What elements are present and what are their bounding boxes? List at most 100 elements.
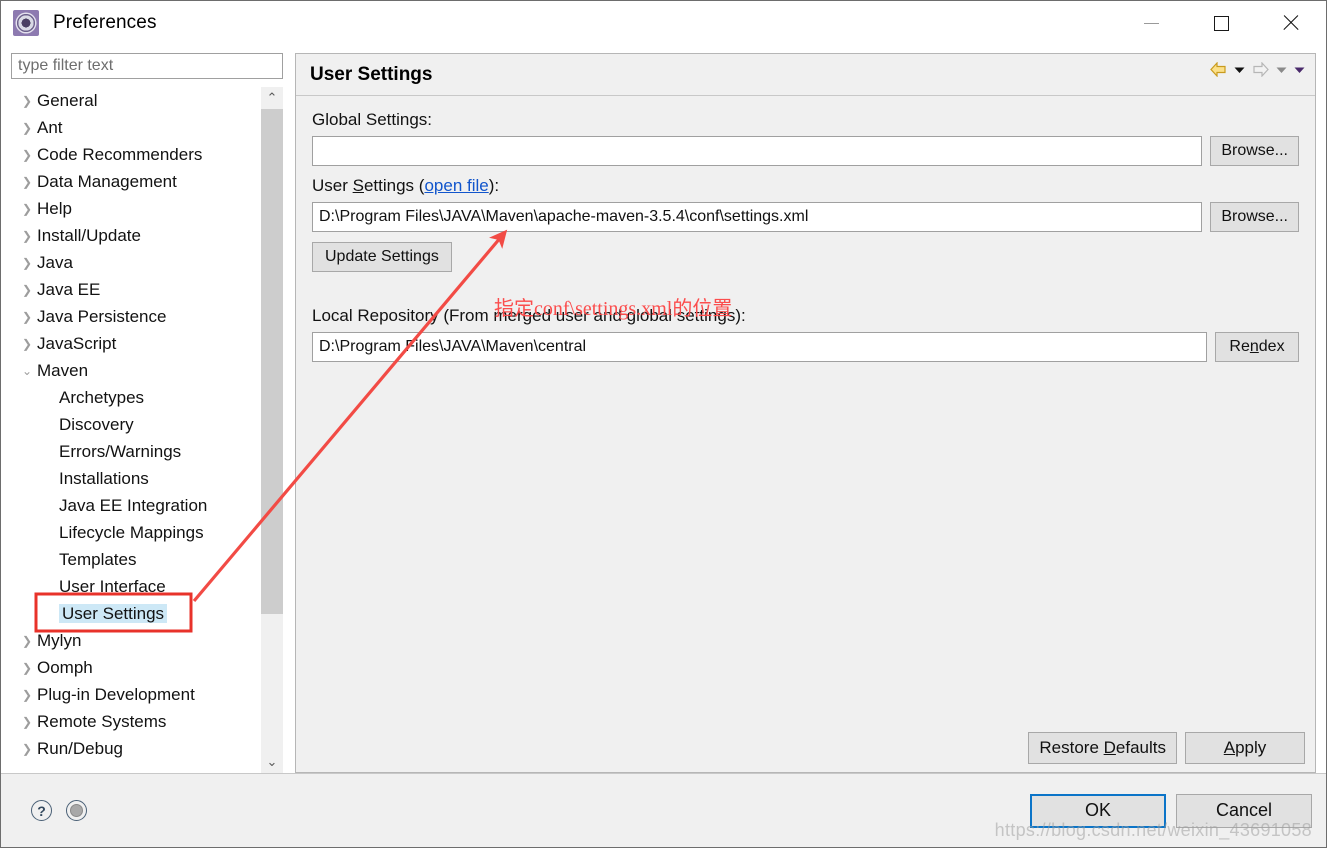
chevron-right-icon[interactable]: ❯ xyxy=(17,716,37,728)
sidebar-item-java[interactable]: ❯ Java xyxy=(11,249,261,276)
sidebar-item-label: Plug-in Development xyxy=(37,685,195,704)
footer-buttons: OK Cancel xyxy=(1030,793,1312,828)
chevron-right-icon[interactable]: ❯ xyxy=(17,257,37,269)
user-settings-label-prefix: User xyxy=(312,176,353,195)
open-file-link[interactable]: open file xyxy=(424,176,488,195)
sidebar-item-label: Java xyxy=(37,253,73,272)
local-repository-input[interactable] xyxy=(312,332,1207,362)
sidebar-item-code-recommenders[interactable]: ❯ Code Recommenders xyxy=(11,141,261,168)
chevron-right-icon[interactable]: ❯ xyxy=(17,284,37,296)
global-settings-label: Global Settings: xyxy=(312,110,1299,130)
user-settings-row: Browse... xyxy=(312,202,1299,232)
info-circle-icon[interactable] xyxy=(66,800,87,821)
dialog-footer: ? OK Cancel https://blog.csdn.net/weixin… xyxy=(1,773,1326,847)
chevron-right-icon[interactable]: ❯ xyxy=(17,122,37,134)
sidebar-item-label: Java EE xyxy=(37,280,101,299)
sidebar-item-data-management[interactable]: ❯ Data Management xyxy=(11,168,261,195)
apply-button[interactable]: Apply xyxy=(1185,732,1305,764)
sidebar-item-maven[interactable]: ⌄ Maven xyxy=(11,357,261,384)
user-settings-label-mid: ettings ( xyxy=(363,176,425,195)
cancel-button[interactable]: Cancel xyxy=(1176,793,1312,828)
sidebar-item-label: Code Recommenders xyxy=(37,145,203,164)
sidebar-item-lifecycle-mappings[interactable]: Lifecycle Mappings xyxy=(11,519,261,546)
panel-content: Global Settings: Browse... User Settings… xyxy=(296,96,1315,772)
sidebar-item-archetypes[interactable]: Archetypes xyxy=(11,384,261,411)
sidebar-item-label: Ant xyxy=(37,118,63,137)
back-arrow-icon[interactable] xyxy=(1210,62,1227,77)
sidebar-item-templates[interactable]: Templates xyxy=(11,546,261,573)
chevron-right-icon[interactable]: ❯ xyxy=(17,338,37,350)
reindex-button[interactable]: Rendex xyxy=(1215,332,1299,362)
help-question-icon[interactable]: ? xyxy=(31,800,52,821)
sidebar-item-plug-in-development[interactable]: ❯ Plug-in Development xyxy=(11,681,261,708)
global-settings-browse-button[interactable]: Browse... xyxy=(1210,136,1299,166)
chevron-right-icon[interactable]: ❯ xyxy=(17,743,37,755)
chevron-right-icon[interactable]: ❯ xyxy=(17,662,37,674)
sidebar-item-label: Maven xyxy=(37,361,89,380)
scrollbar-thumb[interactable] xyxy=(261,109,283,614)
chevron-right-icon[interactable]: ❯ xyxy=(17,311,37,323)
sidebar-item-label: Java EE Integration xyxy=(59,496,208,515)
sidebar-item-label: Data Management xyxy=(37,172,177,191)
sidebar-item-user-settings[interactable]: User Settings xyxy=(11,600,261,627)
sidebar-item-remote-systems[interactable]: ❯ Remote Systems xyxy=(11,708,261,735)
chevron-down-icon[interactable]: ⌄ xyxy=(17,365,37,377)
chevron-right-icon[interactable]: ❯ xyxy=(17,635,37,647)
sidebar-item-label: Help xyxy=(37,199,72,218)
minimize-button[interactable] xyxy=(1116,1,1186,45)
sidebar-item-label: Installations xyxy=(59,469,149,488)
sidebar-item-ant[interactable]: ❯ Ant xyxy=(11,114,261,141)
sidebar-item-mylyn[interactable]: ❯ Mylyn xyxy=(11,627,261,654)
sidebar-item-label: General xyxy=(37,91,98,110)
sidebar-item-javascript[interactable]: ❯ JavaScript xyxy=(11,330,261,357)
sidebar-item-installations[interactable]: Installations xyxy=(11,465,261,492)
panel-header: User Settings xyxy=(296,54,1315,96)
chevron-right-icon[interactable]: ❯ xyxy=(17,203,37,215)
restore-defaults-button[interactable]: Restore Defaults xyxy=(1028,732,1177,764)
sidebar-item-label: Archetypes xyxy=(59,388,145,407)
sidebar-item-label: Discovery xyxy=(59,415,134,434)
sidebar-item-java-ee[interactable]: ❯ Java EE xyxy=(11,276,261,303)
sidebar-item-java-persistence[interactable]: ❯ Java Persistence xyxy=(11,303,261,330)
chevron-right-icon[interactable]: ❯ xyxy=(17,149,37,161)
close-button[interactable] xyxy=(1256,1,1326,45)
sidebar-item-user-interface[interactable]: User Interface xyxy=(11,573,261,600)
chevron-right-icon[interactable]: ❯ xyxy=(17,689,37,701)
preference-tree-wrap: ❯ General ❯ Ant ❯ Code Recommenders ❯ Data Mana… xyxy=(11,87,283,773)
forward-dropdown-icon[interactable] xyxy=(1276,66,1287,74)
user-settings-browse-button[interactable]: Browse... xyxy=(1210,202,1299,232)
user-settings-input[interactable] xyxy=(312,202,1203,232)
title-bar: Preferences xyxy=(1,1,1326,45)
global-settings-row: Browse... xyxy=(312,136,1299,166)
tree-scrollbar[interactable]: ⌃ ⌄ xyxy=(261,87,283,773)
scroll-down-button[interactable]: ⌄ xyxy=(261,751,283,773)
scroll-up-button[interactable]: ⌃ xyxy=(261,87,283,109)
sidebar-item-general[interactable]: ❯ General xyxy=(11,87,261,114)
preferences-gear-icon xyxy=(13,10,39,36)
global-settings-input[interactable] xyxy=(312,136,1203,166)
sidebar-item-help[interactable]: ❯ Help xyxy=(11,195,261,222)
sidebar-item-label: Java Persistence xyxy=(37,307,167,326)
dialog-body: ❯General❯Ant❯Code Recommenders❯Data Mana… xyxy=(1,45,1326,773)
chevron-right-icon[interactable]: ❯ xyxy=(17,176,37,188)
forward-arrow-icon[interactable] xyxy=(1252,62,1269,77)
preference-tree[interactable]: ❯ General ❯ Ant ❯ Code Recommenders ❯ Data Mana… xyxy=(11,87,261,773)
sidebar-item-run-debug[interactable]: ❯ Run/Debug xyxy=(11,735,261,762)
sidebar-item-install-update[interactable]: ❯ Install/Update xyxy=(11,222,261,249)
ok-button[interactable]: OK xyxy=(1030,793,1166,828)
chevron-right-icon[interactable]: ❯ xyxy=(17,230,37,242)
sidebar-item-errors-warnings[interactable]: Errors/Warnings xyxy=(11,438,261,465)
chevron-right-icon[interactable]: ❯ xyxy=(17,95,37,107)
sidebar-item-java-ee-integration[interactable]: Java EE Integration xyxy=(11,492,261,519)
preferences-window: Preferences ❯General❯Ant❯Code Recommende… xyxy=(0,0,1327,848)
global-settings-label-text: Global Settings: xyxy=(312,110,433,129)
maximize-button[interactable] xyxy=(1186,1,1256,45)
update-settings-button[interactable]: Update Settings xyxy=(312,242,452,272)
minimize-icon xyxy=(1143,22,1159,24)
sidebar-item-discovery[interactable]: Discovery xyxy=(11,411,261,438)
filter-input[interactable] xyxy=(11,53,283,79)
back-dropdown-icon[interactable] xyxy=(1234,66,1245,74)
sidebar-item-oomph[interactable]: ❯ Oomph xyxy=(11,654,261,681)
view-menu-dropdown-icon[interactable] xyxy=(1294,66,1305,74)
